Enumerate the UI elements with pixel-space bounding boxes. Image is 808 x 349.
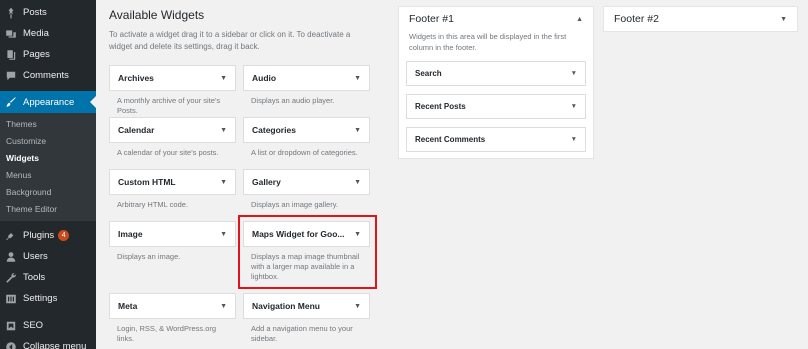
menu-item-appearance[interactable]: Appearance bbox=[0, 91, 96, 113]
menu-item-comments[interactable]: Comments bbox=[0, 65, 96, 86]
caret-down-icon: ▼ bbox=[220, 302, 227, 310]
comments-icon bbox=[4, 69, 18, 83]
plugins-update-badge: 4 bbox=[58, 230, 70, 241]
widget-title-bar[interactable]: Navigation Menu ▼ bbox=[243, 293, 370, 319]
widget-title-bar[interactable]: Categories ▼ bbox=[243, 117, 370, 143]
caret-down-icon: ▼ bbox=[570, 70, 577, 77]
widget-title-bar[interactable]: Gallery ▼ bbox=[243, 169, 370, 195]
widget-custom-html: Custom HTML ▼ Arbitrary HTML code. bbox=[109, 169, 236, 221]
footer-1-description: Widgets in this area will be displayed i… bbox=[409, 32, 567, 52]
pin-icon bbox=[4, 6, 18, 20]
footer-1-sidebar: Footer #1 ▲ Widgets in this area will be… bbox=[398, 6, 594, 159]
available-widgets-title: Available Widgets bbox=[109, 8, 205, 22]
available-widgets-description: To activate a widget drag it to a sideba… bbox=[109, 30, 351, 51]
footer-2-header[interactable]: Footer #2 ▼ bbox=[604, 7, 797, 31]
submenu-customize[interactable]: Customize bbox=[0, 133, 96, 150]
appearance-submenu: Themes Customize Widgets Menus Backgroun… bbox=[0, 113, 96, 221]
widget-title-bar[interactable]: Archives ▼ bbox=[109, 65, 236, 91]
widget-gallery: Gallery ▼ Displays an image gallery. bbox=[243, 169, 370, 221]
submenu-background[interactable]: Background bbox=[0, 184, 96, 201]
caret-down-icon: ▼ bbox=[220, 230, 227, 238]
submenu-theme-editor[interactable]: Theme Editor bbox=[0, 201, 96, 218]
submenu-menus[interactable]: Menus bbox=[0, 167, 96, 184]
menu-item-settings[interactable]: Settings bbox=[0, 288, 96, 309]
caret-down-icon: ▼ bbox=[354, 178, 361, 186]
menu-item-tools[interactable]: Tools bbox=[0, 267, 96, 288]
available-widgets: Available Widgets To activate a widget d… bbox=[109, 8, 371, 345]
menu-item-seo[interactable]: SEO bbox=[0, 315, 96, 336]
widget-image: Image ▼ Displays an image. bbox=[109, 221, 236, 293]
media-icon bbox=[4, 27, 18, 41]
widget-title-bar[interactable]: Custom HTML ▼ bbox=[109, 169, 236, 195]
caret-down-icon: ▼ bbox=[780, 15, 787, 23]
highlight-box bbox=[238, 215, 377, 289]
footer-2-sidebar: Footer #2 ▼ bbox=[603, 6, 798, 32]
widget-title-bar[interactable]: Calendar ▼ bbox=[109, 117, 236, 143]
widget-calendar: Calendar ▼ A calendar of your site's post… bbox=[109, 117, 236, 169]
caret-down-icon: ▼ bbox=[570, 103, 577, 110]
wrench-icon bbox=[4, 271, 18, 285]
settings-icon bbox=[4, 292, 18, 306]
caret-down-icon: ▼ bbox=[354, 74, 361, 82]
footer-widget-recent-comments[interactable]: Recent Comments ▼ bbox=[406, 127, 586, 152]
users-icon bbox=[4, 250, 18, 264]
widget-meta: Meta ▼ Login, RSS, & WordPress.org links. bbox=[109, 293, 236, 345]
paintbrush-icon bbox=[4, 95, 18, 109]
submenu-widgets[interactable]: Widgets bbox=[0, 150, 96, 167]
widget-categories: Categories ▼ A list or dropdown of catego… bbox=[243, 117, 370, 169]
widget-navigation-menu: Navigation Menu ▼ Add a navigation menu t… bbox=[243, 293, 370, 345]
widget-title-bar[interactable]: Meta ▼ bbox=[109, 293, 236, 319]
widget-title-bar[interactable]: Image ▼ bbox=[109, 221, 236, 247]
caret-down-icon: ▼ bbox=[354, 126, 361, 134]
footer-1-header[interactable]: Footer #1 ▲ bbox=[399, 7, 593, 31]
caret-down-icon: ▼ bbox=[220, 74, 227, 82]
submenu-themes[interactable]: Themes bbox=[0, 116, 96, 133]
collapse-menu-button[interactable]: Collapse menu bbox=[0, 336, 96, 349]
menu-item-users[interactable]: Users bbox=[0, 246, 96, 267]
menu-item-pages[interactable]: Pages bbox=[0, 44, 96, 65]
caret-down-icon: ▼ bbox=[220, 178, 227, 186]
caret-down-icon: ▼ bbox=[220, 126, 227, 134]
footer-widget-recent-posts[interactable]: Recent Posts ▼ bbox=[406, 94, 586, 119]
widget-audio: Audio ▼ Displays an audio player. bbox=[243, 65, 370, 117]
footer-widget-search[interactable]: Search ▼ bbox=[406, 61, 586, 86]
menu-item-media[interactable]: Media bbox=[0, 23, 96, 44]
caret-up-icon: ▲ bbox=[576, 15, 583, 23]
plug-icon bbox=[4, 229, 18, 243]
caret-down-icon: ▼ bbox=[354, 302, 361, 310]
widget-title-bar[interactable]: Audio ▼ bbox=[243, 65, 370, 91]
caret-down-icon: ▼ bbox=[570, 136, 577, 143]
menu-item-plugins[interactable]: Plugins 4 bbox=[0, 225, 96, 246]
widget-grid: Archives ▼ A monthly archive of your site… bbox=[109, 65, 371, 345]
admin-sidebar: Posts Media Pages Comments Appearance Th… bbox=[0, 0, 96, 349]
menu-item-posts[interactable]: Posts bbox=[0, 2, 96, 23]
widget-archives: Archives ▼ A monthly archive of your site… bbox=[109, 65, 236, 117]
collapse-icon bbox=[4, 340, 18, 349]
seo-icon bbox=[4, 319, 18, 333]
pages-icon bbox=[4, 48, 18, 62]
